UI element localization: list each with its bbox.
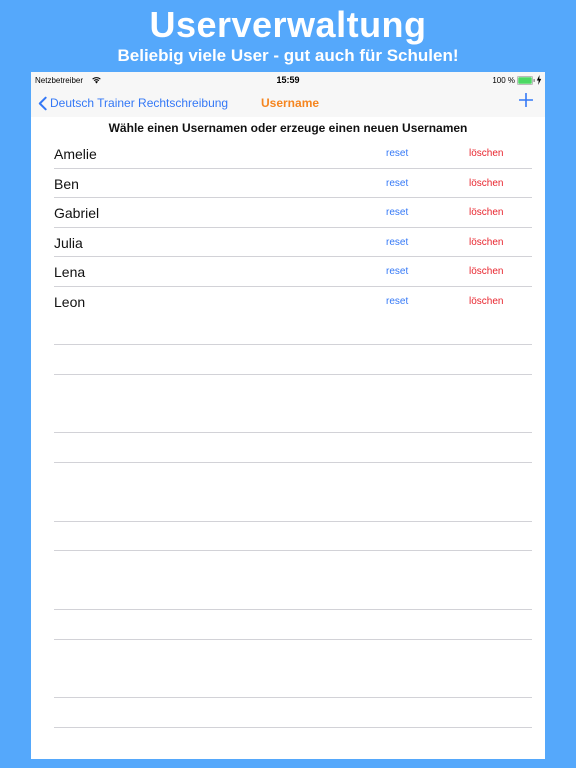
empty-row-separator xyxy=(54,727,532,728)
empty-row-separator xyxy=(54,462,532,463)
reset-button[interactable]: reset xyxy=(386,237,408,248)
user-name[interactable]: Amelie xyxy=(54,146,97,162)
empty-row-separator xyxy=(54,697,532,698)
promo-subtitle: Beliebig viele User - gut auch für Schul… xyxy=(117,46,459,65)
table-row[interactable]: Lena reset löschen xyxy=(54,257,532,287)
empty-row-separator xyxy=(54,521,532,522)
table-row[interactable]: Amelie reset löschen xyxy=(54,139,532,169)
reset-button[interactable]: reset xyxy=(386,296,408,307)
promo-title: Userverwaltung xyxy=(149,4,427,45)
table-row[interactable]: Gabriel reset löschen xyxy=(54,198,532,228)
table-row[interactable]: Julia reset löschen xyxy=(54,228,532,257)
table-row[interactable]: Ben reset löschen xyxy=(54,169,532,198)
reset-button[interactable]: reset xyxy=(386,207,408,218)
battery-percentage: 100 % xyxy=(492,76,515,85)
back-chevron-icon xyxy=(38,96,47,110)
navigation-bar: Deutsch Trainer Rechtschreibung Username xyxy=(31,88,545,117)
empty-row-separator xyxy=(54,550,532,551)
back-button-label: Deutsch Trainer Rechtschreibung xyxy=(50,96,229,110)
clock: 15:59 xyxy=(276,75,300,85)
back-button[interactable]: Deutsch Trainer Rechtschreibung xyxy=(38,94,228,112)
delete-button[interactable]: löschen xyxy=(469,207,503,218)
empty-row-separator xyxy=(54,609,532,610)
device-screen: Netzbetreiber 15:59 100 % Deutsch Traine… xyxy=(31,72,545,759)
status-bar: Netzbetreiber 15:59 100 % xyxy=(31,72,545,88)
empty-row-separator xyxy=(54,639,532,640)
empty-row-separator xyxy=(54,432,532,433)
battery-icon xyxy=(517,76,535,85)
delete-button[interactable]: löschen xyxy=(469,178,503,189)
user-name[interactable]: Gabriel xyxy=(54,205,99,221)
reset-button[interactable]: reset xyxy=(386,178,408,189)
charging-icon xyxy=(536,75,542,85)
user-name[interactable]: Julia xyxy=(54,235,83,251)
delete-button[interactable]: löschen xyxy=(469,237,503,248)
user-name[interactable]: Ben xyxy=(54,176,79,192)
user-name[interactable]: Lena xyxy=(54,264,85,280)
delete-button[interactable]: löschen xyxy=(469,148,503,159)
reset-button[interactable]: reset xyxy=(386,266,408,277)
instruction-text: Wähle einen Usernamen oder erzeuge einen… xyxy=(108,121,468,135)
delete-button[interactable]: löschen xyxy=(469,266,503,277)
table-row[interactable]: Leon reset löschen xyxy=(54,287,532,317)
empty-row-separator xyxy=(54,374,532,375)
user-name[interactable]: Leon xyxy=(54,294,85,310)
plus-icon[interactable] xyxy=(519,93,533,107)
page-title: Username xyxy=(261,96,320,110)
delete-button[interactable]: löschen xyxy=(469,296,503,307)
reset-button[interactable]: reset xyxy=(386,148,408,159)
empty-row-separator xyxy=(54,344,532,345)
